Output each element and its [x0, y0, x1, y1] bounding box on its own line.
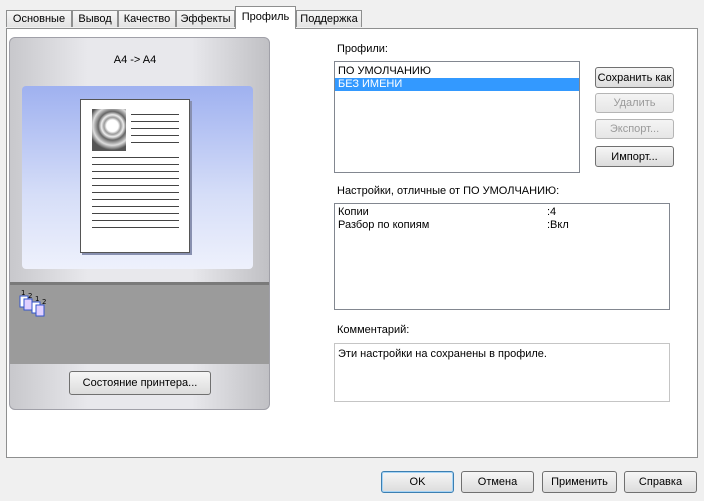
- export-button[interactable]: Экспорт...: [595, 119, 674, 139]
- image-thumbnail-icon: [92, 109, 126, 151]
- svg-text:2: 2: [28, 292, 32, 300]
- collate-copies-icon: 1 2 1 2: [19, 289, 46, 317]
- paper-size-label: A4 -> A4: [113, 54, 157, 66]
- list-item: Разбор по копиям :Вкл: [335, 219, 669, 232]
- page-preview: [80, 99, 190, 253]
- apply-button[interactable]: Применить: [542, 471, 617, 493]
- list-item: Копии :4: [335, 206, 669, 219]
- comment-label: Комментарий:: [337, 324, 410, 336]
- tab-output[interactable]: Вывод: [72, 10, 118, 27]
- printer-status-button[interactable]: Состояние принтера...: [69, 371, 211, 395]
- tab-basic[interactable]: Основные: [6, 10, 72, 27]
- diff-settings-label: Настройки, отличные от ПО УМОЛЧАНИЮ:: [337, 185, 560, 197]
- setting-name: Копии: [338, 206, 369, 218]
- save-as-button[interactable]: Сохранить как: [595, 67, 674, 88]
- setting-value: :4: [547, 206, 557, 218]
- help-button[interactable]: Справка: [624, 471, 697, 493]
- comment-text: Эти настройки на сохранены в профиле.: [338, 348, 547, 360]
- tab-quality[interactable]: Качество: [118, 10, 176, 27]
- setting-value: :Вкл: [547, 219, 569, 231]
- tab-effects[interactable]: Эффекты: [176, 10, 235, 27]
- setting-name: Разбор по копиям: [338, 219, 430, 231]
- svg-text:2: 2: [42, 298, 46, 306]
- ok-button[interactable]: OK: [381, 471, 454, 493]
- tab-support[interactable]: Поддержка: [296, 10, 362, 27]
- svg-text:1: 1: [35, 295, 39, 303]
- cancel-button[interactable]: Отмена: [461, 471, 534, 493]
- comment-box: Эти настройки на сохранены в профиле.: [334, 343, 670, 402]
- profiles-label: Профили:: [337, 43, 388, 55]
- import-button[interactable]: Импорт...: [595, 146, 674, 167]
- diff-settings-list[interactable]: Копии :4 Разбор по копиям :Вкл: [334, 203, 670, 310]
- profiles-list[interactable]: ПО УМОЛЧАНИЮ БЕЗ ИМЕНИ: [334, 61, 580, 173]
- profile-item-default[interactable]: ПО УМОЛЧАНИЮ: [335, 65, 579, 78]
- delete-button[interactable]: Удалить: [595, 93, 674, 113]
- profile-item-unnamed[interactable]: БЕЗ ИМЕНИ: [335, 78, 579, 91]
- svg-text:1: 1: [21, 289, 25, 297]
- tab-profile[interactable]: Профиль: [235, 6, 296, 29]
